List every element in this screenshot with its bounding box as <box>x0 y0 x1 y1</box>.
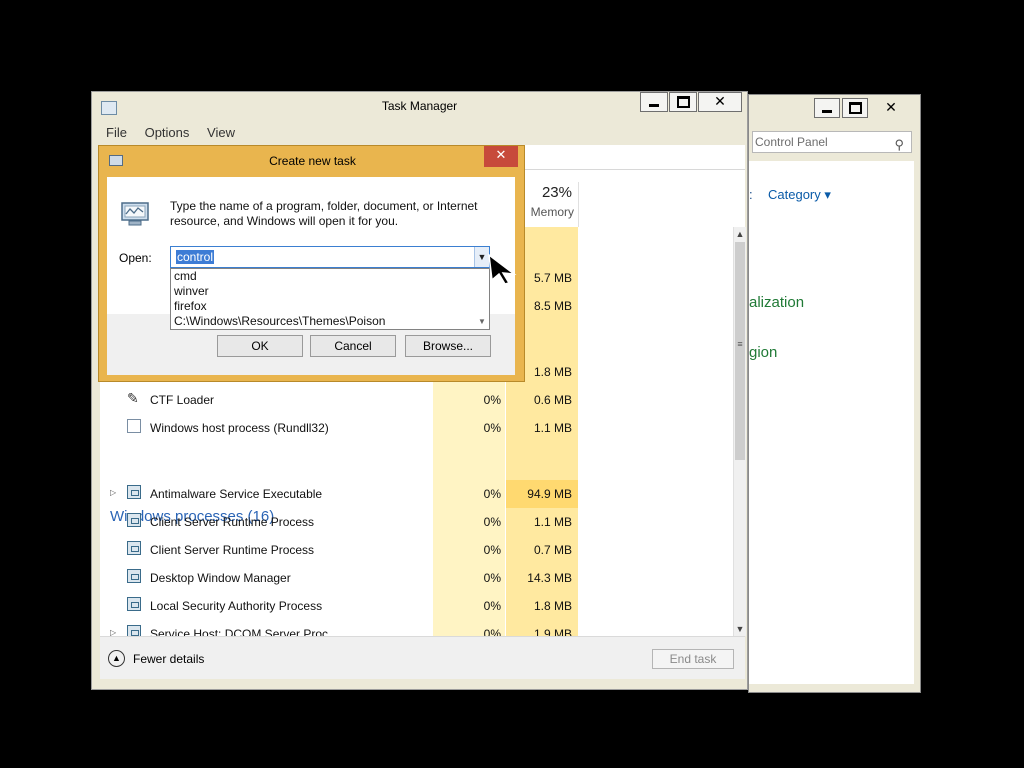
dropdown-option[interactable]: C:\Windows\Resources\Themes\Poison <box>174 314 385 329</box>
maximize-icon <box>676 96 690 108</box>
menu-file[interactable]: File <box>106 125 127 140</box>
grip-icon: ≡ <box>737 339 743 349</box>
row-memory: 94.9 MB <box>527 487 572 501</box>
menu-view[interactable]: View <box>207 125 235 140</box>
row-cpu: 0% <box>483 393 501 407</box>
fewer-details-label: Fewer details <box>133 652 205 666</box>
menu-options[interactable]: Options <box>145 125 190 140</box>
scroll-up-arrow-icon[interactable]: ▲ <box>734 227 746 241</box>
row-name: Windows host process (Rundll32) <box>150 421 329 435</box>
row-name: CTF Loader <box>150 393 215 407</box>
dropdown-option[interactable]: firefox <box>174 299 207 314</box>
chevron-up-icon: ▲ <box>108 650 125 667</box>
cp-category-label: Category <box>768 187 821 202</box>
open-input-value[interactable]: control <box>176 250 215 264</box>
row-memory: 1.1 MB <box>533 515 572 529</box>
vertical-scrollbar[interactable]: ▲ ≡ ▼ <box>733 227 746 636</box>
row-name: Antimalware Service Executable <box>150 487 323 501</box>
mouse-cursor-icon <box>488 253 517 285</box>
row-cpu: 0% <box>483 515 501 529</box>
cp-minimize-button[interactable] <box>814 98 840 118</box>
dialog-close-button[interactable]: ✕ <box>484 146 518 167</box>
close-icon: ✕ <box>714 94 726 110</box>
chevron-down-icon: ▾ <box>824 187 831 202</box>
row-memory: 1.8 MB <box>533 599 572 613</box>
process-icon <box>127 513 141 527</box>
row-cpu: 0% <box>483 421 501 435</box>
close-icon: ✕ <box>885 100 897 116</box>
minimize-icon <box>649 104 659 107</box>
search-icon[interactable]: ⚲ <box>894 135 904 155</box>
cp-search-placeholder: Control Panel <box>755 135 828 149</box>
cp-close-button[interactable]: ✕ <box>871 98 911 118</box>
cp-link-region[interactable]: gion <box>749 344 777 361</box>
menu-bar: File Options View <box>106 125 249 140</box>
cp-search-input[interactable]: Control Panel ⚲ <box>752 131 912 153</box>
dialog-message: Type the name of a program, folder, docu… <box>170 199 478 228</box>
row-memory: 14.3 MB <box>527 571 572 585</box>
cp-view-by-label: : <box>749 187 753 202</box>
tm-maximize-button[interactable] <box>669 92 697 112</box>
table-row[interactable]: Client Server Runtime Process 0% 1.1 MB <box>100 508 730 536</box>
row-memory: 0.6 MB <box>533 393 572 407</box>
run-icon <box>121 202 149 226</box>
row-memory: 1.9 MB <box>533 627 572 636</box>
fewer-details-button[interactable]: ▲ Fewer details <box>108 650 218 670</box>
row-name: Client Server Runtime Process <box>150 515 315 529</box>
table-row[interactable]: Desktop Window Manager 0% 14.3 MB <box>100 564 730 592</box>
process-icon <box>127 485 141 499</box>
row-cpu: 0% <box>483 599 501 613</box>
document-icon <box>127 419 141 433</box>
end-task-button[interactable]: End task <box>652 649 734 669</box>
ok-button[interactable]: OK <box>217 335 303 357</box>
row-name: Local Security Authority Process <box>150 599 323 613</box>
minimize-icon <box>822 110 832 113</box>
control-panel-window: ✕ Control Panel ⚲ : Category ▾ alization… <box>748 94 921 693</box>
open-dropdown-list[interactable]: cmd winver firefox C:\Windows\Resources\… <box>170 268 490 330</box>
cancel-button[interactable]: Cancel <box>310 335 396 357</box>
row-name: Desktop Window Manager <box>150 571 291 585</box>
table-row[interactable]: ▷ Antimalware Service Executable 0% 94.9… <box>100 480 730 508</box>
row-cpu: 0% <box>483 627 501 636</box>
row-name: Client Server Runtime Process <box>150 543 315 557</box>
tm-close-button[interactable]: ✕ <box>698 92 742 112</box>
open-combobox[interactable]: control ▼ <box>170 246 490 268</box>
create-new-task-dialog: Create new task ✕ Type the name of a pro… <box>98 145 525 382</box>
row-cpu: 0% <box>483 487 501 501</box>
open-label: Open: <box>119 251 152 265</box>
dialog-title: Create new task <box>269 154 356 168</box>
scroll-down-arrow-icon[interactable]: ▼ <box>734 622 746 636</box>
dropdown-option[interactable]: winver <box>174 284 209 299</box>
maximize-icon <box>848 102 862 114</box>
cp-link-personalization[interactable]: alization <box>749 294 804 311</box>
table-row[interactable]: ▷ Service Host: DCOM Server Proc... 0% 1… <box>100 620 730 636</box>
table-row[interactable]: Local Security Authority Process 0% 1.8 … <box>100 592 730 620</box>
dialog-body: Type the name of a program, folder, docu… <box>107 177 515 375</box>
table-row[interactable]: Windows host process (Rundll32) 0% 1.1 M… <box>100 414 730 442</box>
cp-content: : Category ▾ alization gion <box>749 161 914 684</box>
row-name: Service Host: DCOM Server Proc... <box>150 627 339 636</box>
process-icon <box>127 541 141 555</box>
cp-category-dropdown[interactable]: Category ▾ <box>768 187 831 203</box>
dropdown-option[interactable]: cmd <box>174 269 197 284</box>
process-icon <box>127 569 141 583</box>
task-manager-footer: ▲ Fewer details End task <box>100 636 745 679</box>
process-icon <box>127 625 141 636</box>
pen-icon: ✎ <box>127 390 139 406</box>
table-row[interactable]: ✎ CTF Loader 0% 0.6 MB <box>100 386 730 414</box>
browse-button[interactable]: Browse... <box>405 335 491 357</box>
scroll-thumb[interactable]: ≡ <box>735 242 745 460</box>
cp-maximize-button[interactable] <box>842 98 868 118</box>
row-memory: 1.1 MB <box>533 421 572 435</box>
row-cpu: 0% <box>483 571 501 585</box>
expand-arrow-icon[interactable]: ▷ <box>110 628 116 636</box>
row-memory: 0.7 MB <box>533 543 572 557</box>
expand-arrow-icon[interactable]: ▷ <box>110 488 116 497</box>
tm-minimize-button[interactable] <box>640 92 668 112</box>
row-cpu: 0% <box>483 543 501 557</box>
table-row[interactable]: Client Server Runtime Process 0% 0.7 MB <box>100 536 730 564</box>
process-icon <box>127 597 141 611</box>
list-scroll-down-icon[interactable]: ▼ <box>476 316 488 328</box>
